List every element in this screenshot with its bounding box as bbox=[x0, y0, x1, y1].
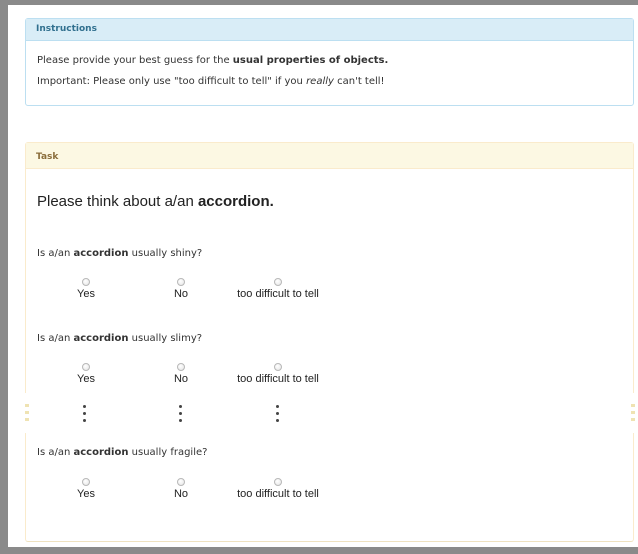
question-property: usually shiny? bbox=[128, 248, 203, 259]
option-too-difficult-label: too difficult to tell bbox=[237, 488, 319, 500]
vertical-ellipsis-no bbox=[179, 405, 183, 425]
question-text: Is a/an bbox=[37, 333, 74, 344]
task-title: Please think about a/an accordion. bbox=[37, 193, 274, 210]
task-heading: Task bbox=[26, 143, 633, 169]
instructions-line-2-text: Important: Please only use "too difficul… bbox=[37, 76, 307, 87]
instructions-line-1: Please provide your best guess for the u… bbox=[37, 55, 388, 66]
instructions-line-2-emphasis: really bbox=[306, 76, 334, 87]
question-slimy: Is a/an accordion usually slimy? bbox=[37, 333, 202, 344]
task-panel: Task Please think about a/an accordion. … bbox=[25, 142, 634, 542]
option-too-difficult[interactable]: too difficult to tell bbox=[218, 478, 338, 500]
radio-yes-fragile[interactable] bbox=[82, 478, 90, 486]
question-fragile: Is a/an accordion usually fragile? bbox=[37, 447, 207, 458]
question-object: accordion bbox=[73, 447, 129, 458]
task-title-object: accordion. bbox=[197, 193, 274, 210]
instructions-line-1-bold: usual properties of objects. bbox=[232, 55, 389, 66]
radio-no-fragile[interactable] bbox=[177, 478, 185, 486]
instructions-heading: Instructions bbox=[26, 19, 633, 41]
instructions-panel: Instructions Please provide your best gu… bbox=[25, 18, 634, 106]
question-text: Is a/an bbox=[37, 248, 74, 259]
elision-gap bbox=[8, 393, 638, 433]
option-too-difficult[interactable]: too difficult to tell bbox=[218, 363, 338, 385]
question-shiny: Is a/an accordion usually shiny? bbox=[37, 248, 202, 259]
question-object: accordion bbox=[73, 248, 129, 259]
radio-too-difficult-shiny[interactable] bbox=[274, 278, 282, 286]
option-too-difficult-label: too difficult to tell bbox=[237, 288, 319, 300]
instructions-line-1-text: Please provide your best guess for the bbox=[37, 55, 233, 66]
vertical-ellipsis-too-difficult bbox=[276, 405, 280, 425]
panel-left-edge-dots bbox=[25, 404, 29, 424]
option-too-difficult-label: too difficult to tell bbox=[237, 373, 319, 385]
vertical-ellipsis-yes bbox=[83, 405, 87, 425]
radio-yes-shiny[interactable] bbox=[82, 278, 90, 286]
instructions-line-2: Important: Please only use "too difficul… bbox=[37, 76, 385, 87]
radio-no-slimy[interactable] bbox=[177, 363, 185, 371]
task-title-text: Please think about a/an bbox=[37, 193, 198, 210]
instructions-line-2-end: can't tell! bbox=[333, 76, 385, 87]
radio-too-difficult-fragile[interactable] bbox=[274, 478, 282, 486]
radio-yes-slimy[interactable] bbox=[82, 363, 90, 371]
panel-right-edge-dots bbox=[631, 404, 635, 424]
question-property: usually slimy? bbox=[128, 333, 203, 344]
radio-no-shiny[interactable] bbox=[177, 278, 185, 286]
question-property: usually fragile? bbox=[128, 447, 208, 458]
question-object: accordion bbox=[73, 333, 129, 344]
option-too-difficult[interactable]: too difficult to tell bbox=[218, 278, 338, 300]
radio-too-difficult-slimy[interactable] bbox=[274, 363, 282, 371]
question-text: Is a/an bbox=[37, 447, 74, 458]
